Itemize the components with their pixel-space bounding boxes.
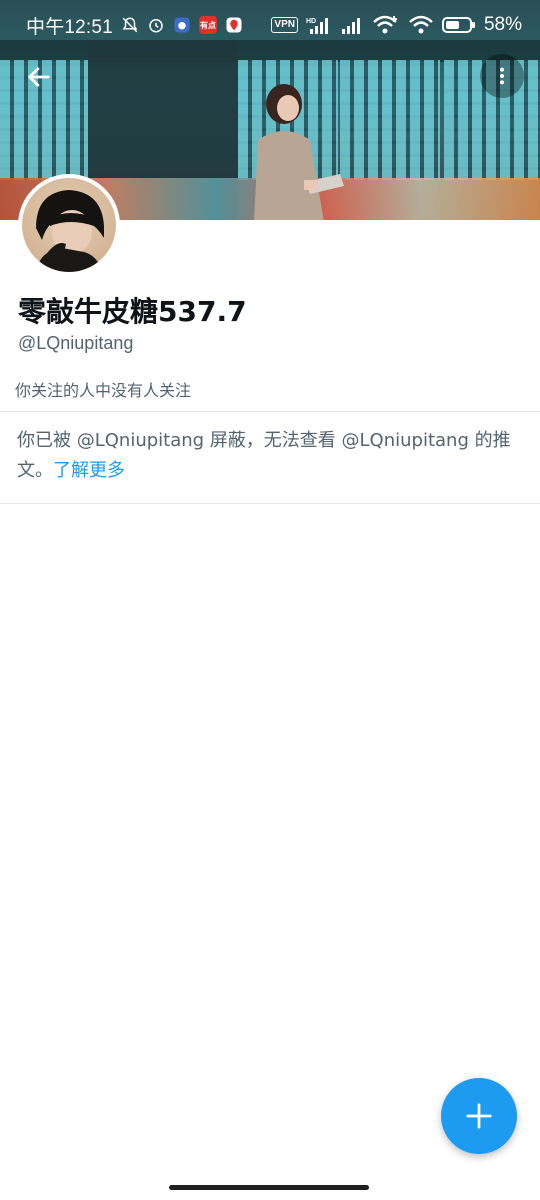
banner-window — [340, 60, 440, 180]
back-button[interactable] — [18, 56, 60, 98]
arrow-left-icon — [28, 67, 50, 87]
divider — [0, 503, 540, 504]
divider — [0, 411, 540, 412]
wifi-icon — [408, 14, 434, 36]
learn-more-link[interactable]: 了解更多 — [53, 460, 125, 481]
status-bar: 中午12:51 有点 VPN HD 58% — [0, 0, 540, 50]
cat-app-icon — [173, 16, 191, 34]
profile-display-name: 零敲牛皮糖537.7 — [18, 295, 247, 328]
svg-text:HD: HD — [306, 18, 316, 25]
more-options-button[interactable] — [480, 54, 524, 98]
battery-icon — [441, 16, 476, 34]
home-indicator[interactable] — [169, 1185, 369, 1190]
followers-you-know[interactable]: 你关注的人中没有人关注 — [15, 377, 191, 401]
profile-handle: @LQniupitang — [18, 333, 134, 353]
map-pin-app-icon — [225, 16, 243, 34]
bell-off-icon — [121, 16, 139, 34]
avatar-image — [22, 178, 116, 272]
avatar[interactable] — [18, 174, 120, 276]
signal-icon — [340, 15, 364, 35]
battery-percent: 58% — [483, 14, 522, 35]
plus-icon — [466, 1103, 492, 1129]
signal-hd-icon: HD — [306, 15, 332, 35]
more-vertical-icon — [499, 67, 505, 85]
status-time: 中午12:51 — [26, 16, 113, 38]
vpn-indicator: VPN — [271, 17, 298, 33]
blocked-notice: 你已被 @LQniupitang 屏蔽，无法查看 @LQniupitang 的推… — [17, 426, 527, 486]
wifi-plus-icon — [372, 14, 400, 36]
compose-tweet-button[interactable] — [441, 1078, 517, 1154]
alarm-icon — [147, 16, 165, 34]
banner-person — [254, 84, 344, 220]
news-app-icon: 有点 — [198, 16, 217, 34]
